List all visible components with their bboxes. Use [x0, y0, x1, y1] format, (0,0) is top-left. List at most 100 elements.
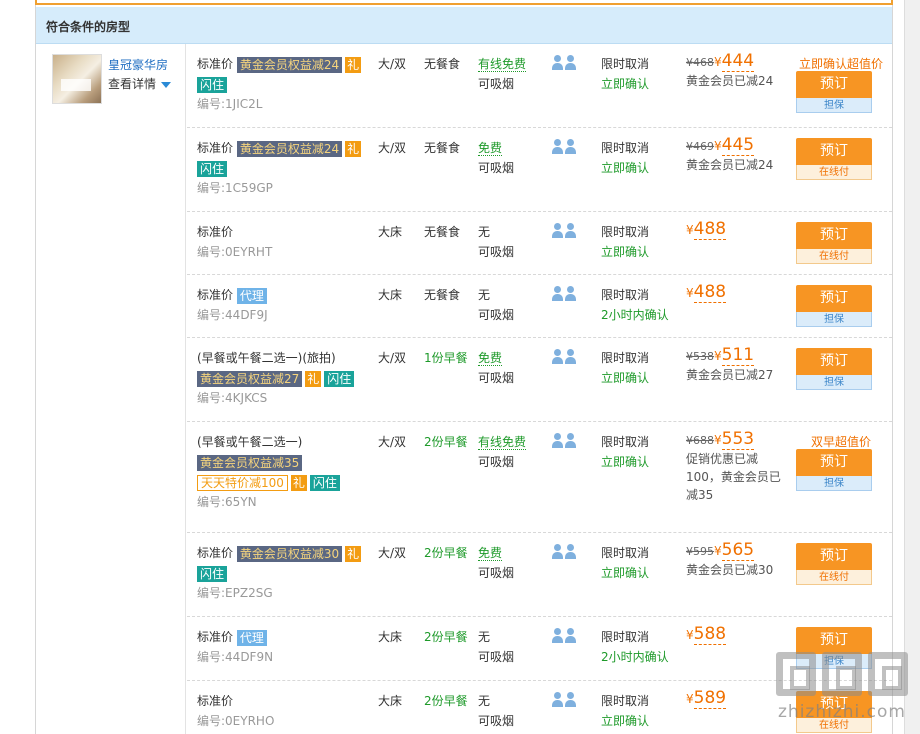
- book-button-wrap: 预订 在线付: [796, 222, 872, 264]
- smoking-policy: 可吸烟: [478, 161, 515, 175]
- watermark: zhizhizhi.com: [772, 652, 912, 728]
- occupancy[interactable]: [552, 139, 578, 161]
- gift-icon[interactable]: 礼: [290, 474, 307, 491]
- bed-type: 大床: [378, 694, 403, 708]
- rate-name: (早餐或午餐二选一)(旅拍): [197, 351, 336, 365]
- smoking-policy: 可吸烟: [478, 371, 515, 385]
- gold-member-tag[interactable]: 黄金会员权益减30: [236, 545, 343, 562]
- room-name-link[interactable]: 皇冠豪华房: [108, 56, 168, 73]
- book-button[interactable]: 预订 担保: [796, 285, 872, 327]
- gift-icon[interactable]: 礼: [345, 545, 362, 562]
- internet[interactable]: 有线免费: [478, 435, 527, 450]
- daily-deal-tag[interactable]: 天天特价减100: [197, 474, 288, 491]
- view-details-toggle[interactable]: 查看详情: [108, 75, 172, 92]
- occupancy[interactable]: [552, 628, 578, 650]
- flash-stay-tag[interactable]: 闪住: [309, 474, 340, 491]
- gold-member-tag[interactable]: 黄金会员权益减35: [197, 454, 303, 471]
- two-guests-icon: [552, 433, 578, 449]
- price[interactable]: 553: [721, 429, 755, 450]
- gift-icon[interactable]: 礼: [345, 56, 362, 73]
- flash-stay-tag[interactable]: 闪住: [197, 76, 228, 93]
- payment-type: 担保: [796, 476, 872, 491]
- cancel-policy[interactable]: 限时取消: [601, 694, 649, 708]
- flash-stay-tag[interactable]: 闪住: [197, 565, 228, 582]
- book-button[interactable]: 预订 担保: [796, 71, 872, 113]
- confirm-type: 立即确认: [601, 455, 650, 469]
- payment-type: 担保: [796, 98, 872, 113]
- cancel-policy[interactable]: 限时取消: [601, 630, 649, 644]
- room-photo[interactable]: [52, 54, 102, 104]
- book-button-label: 预订: [796, 71, 872, 98]
- cancel-cell: 限时取消 立即确认: [601, 54, 649, 94]
- confirm-type: 立即确认: [601, 371, 650, 385]
- flash-stay-tag[interactable]: 闪住: [197, 160, 228, 177]
- cancel-policy[interactable]: 限时取消: [601, 225, 649, 239]
- gold-member-tag[interactable]: 黄金会员权益减24: [236, 140, 343, 157]
- confirm-type: 立即确认: [601, 77, 650, 91]
- rate-plan-row: 标准价 黄金会员权益减24 礼闪住 编号:1JIC2L 大/双 无餐食 有线免费 可吸烟 限时…: [187, 44, 892, 128]
- price[interactable]: 565: [721, 540, 755, 561]
- currency-symbol: ¥: [714, 433, 722, 447]
- cancel-policy[interactable]: 限时取消: [601, 351, 649, 365]
- gift-icon[interactable]: 礼: [305, 370, 322, 387]
- internet[interactable]: 免费: [478, 546, 503, 561]
- page-scrollbar[interactable]: [904, 0, 920, 734]
- agent-tag[interactable]: 代理: [236, 287, 267, 304]
- cancel-policy[interactable]: 限时取消: [601, 141, 649, 155]
- price[interactable]: 488: [693, 282, 727, 303]
- price-cell: ¥538¥511 黄金会员已减27: [686, 345, 790, 384]
- occupancy[interactable]: [552, 223, 578, 245]
- price-cell: ¥595¥565 黄金会员已减30: [686, 540, 790, 579]
- rate-plan-row: 标准价 代理 编号:44DF9J 大床 无餐食无可吸烟 限时取消 2小时内确认 ¥488 预订…: [187, 275, 892, 338]
- price[interactable]: 588: [693, 624, 727, 645]
- rate-name-cell: (早餐或午餐二选一)(旅拍) 黄金会员权益减27 礼闪住 编号:4KJKCS: [197, 348, 375, 408]
- occupancy[interactable]: [552, 692, 578, 714]
- book-button[interactable]: 预订 在线付: [796, 138, 872, 180]
- occupancy[interactable]: [552, 544, 578, 566]
- occupancy[interactable]: [552, 55, 578, 77]
- original-price: ¥468: [686, 56, 714, 69]
- book-button-wrap: 预订 在线付: [796, 543, 872, 585]
- occupancy[interactable]: [552, 349, 578, 371]
- book-button[interactable]: 预订 在线付: [796, 543, 872, 585]
- cancel-policy[interactable]: 限时取消: [601, 57, 649, 71]
- price[interactable]: 444: [721, 51, 755, 72]
- original-price: ¥538: [686, 350, 714, 363]
- price[interactable]: 445: [721, 135, 755, 156]
- cancel-policy[interactable]: 限时取消: [601, 546, 649, 560]
- price[interactable]: 589: [693, 688, 727, 709]
- breakfast: 无餐食: [424, 288, 461, 302]
- confirm-type: 立即确认: [601, 714, 650, 728]
- rate-name: 标准价: [197, 694, 234, 708]
- breakfast: 无餐食: [424, 141, 461, 155]
- occupancy[interactable]: [552, 286, 578, 308]
- price[interactable]: 511: [721, 345, 755, 366]
- bed-type: 大/双: [378, 435, 407, 449]
- gold-member-tag[interactable]: 黄金会员权益减24: [236, 56, 343, 73]
- internet[interactable]: 免费: [478, 141, 503, 156]
- bed-type: 大/双: [378, 57, 407, 71]
- network-cell: 有线免费 可吸烟: [478, 432, 527, 472]
- cancel-policy[interactable]: 限时取消: [601, 435, 649, 449]
- flash-stay-tag[interactable]: 闪住: [324, 370, 355, 387]
- gold-member-tag[interactable]: 黄金会员权益减27: [197, 370, 303, 387]
- rate-plan-row: (早餐或午餐二选一)(旅拍) 黄金会员权益减27 礼闪住 编号:4KJKCS 大/双 1…: [187, 338, 892, 422]
- cancel-policy[interactable]: 限时取消: [601, 288, 649, 302]
- internet[interactable]: 免费: [478, 351, 503, 366]
- network-cell: 免费 可吸烟: [478, 138, 514, 178]
- agent-tag[interactable]: 代理: [236, 629, 267, 646]
- confirm-type: 2小时内确认: [601, 308, 669, 322]
- price[interactable]: 488: [693, 219, 727, 240]
- confirm-type: 2小时内确认: [601, 650, 669, 664]
- book-button[interactable]: 预订 担保: [796, 348, 872, 390]
- bed-type: 大床: [378, 630, 403, 644]
- book-button[interactable]: 预订 担保: [796, 449, 872, 491]
- smoking-policy: 可吸烟: [478, 650, 515, 664]
- currency-symbol: ¥: [714, 139, 722, 153]
- breakfast: 2份早餐: [424, 435, 468, 449]
- gift-icon[interactable]: 礼: [345, 140, 362, 157]
- currency-symbol: ¥: [686, 223, 694, 237]
- internet[interactable]: 有线免费: [478, 57, 527, 72]
- occupancy[interactable]: [552, 433, 578, 455]
- book-button[interactable]: 预订 在线付: [796, 222, 872, 264]
